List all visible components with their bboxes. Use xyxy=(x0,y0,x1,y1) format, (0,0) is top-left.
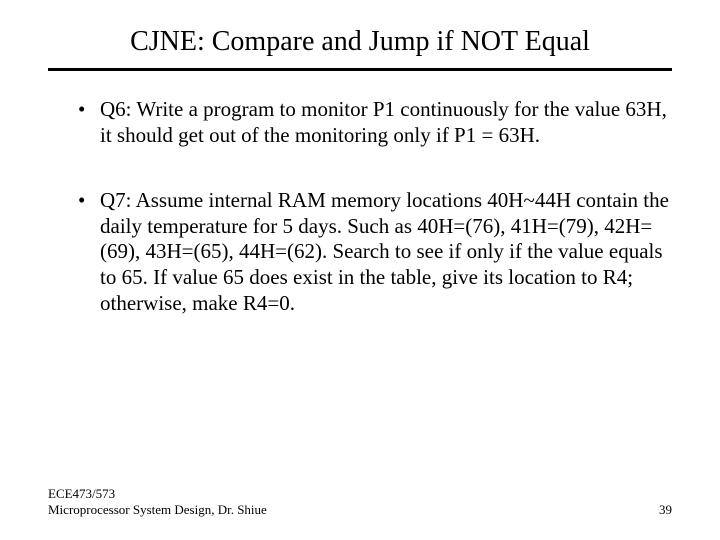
title-underline xyxy=(48,68,672,71)
slide: CJNE: Compare and Jump if NOT Equal Q6: … xyxy=(0,0,720,540)
footer-left: ECE473/573 Microprocessor System Design,… xyxy=(48,486,267,519)
list-item: Q6: Write a program to monitor P1 contin… xyxy=(78,97,672,148)
page-number: 39 xyxy=(659,502,672,518)
bullet-list: Q6: Write a program to monitor P1 contin… xyxy=(48,97,672,316)
footer-subtitle: Microprocessor System Design, Dr. Shiue xyxy=(48,502,267,518)
slide-title: CJNE: Compare and Jump if NOT Equal xyxy=(48,26,672,58)
list-item: Q7: Assume internal RAM memory locations… xyxy=(78,188,672,316)
footer: ECE473/573 Microprocessor System Design,… xyxy=(48,486,672,519)
footer-course: ECE473/573 xyxy=(48,486,267,502)
